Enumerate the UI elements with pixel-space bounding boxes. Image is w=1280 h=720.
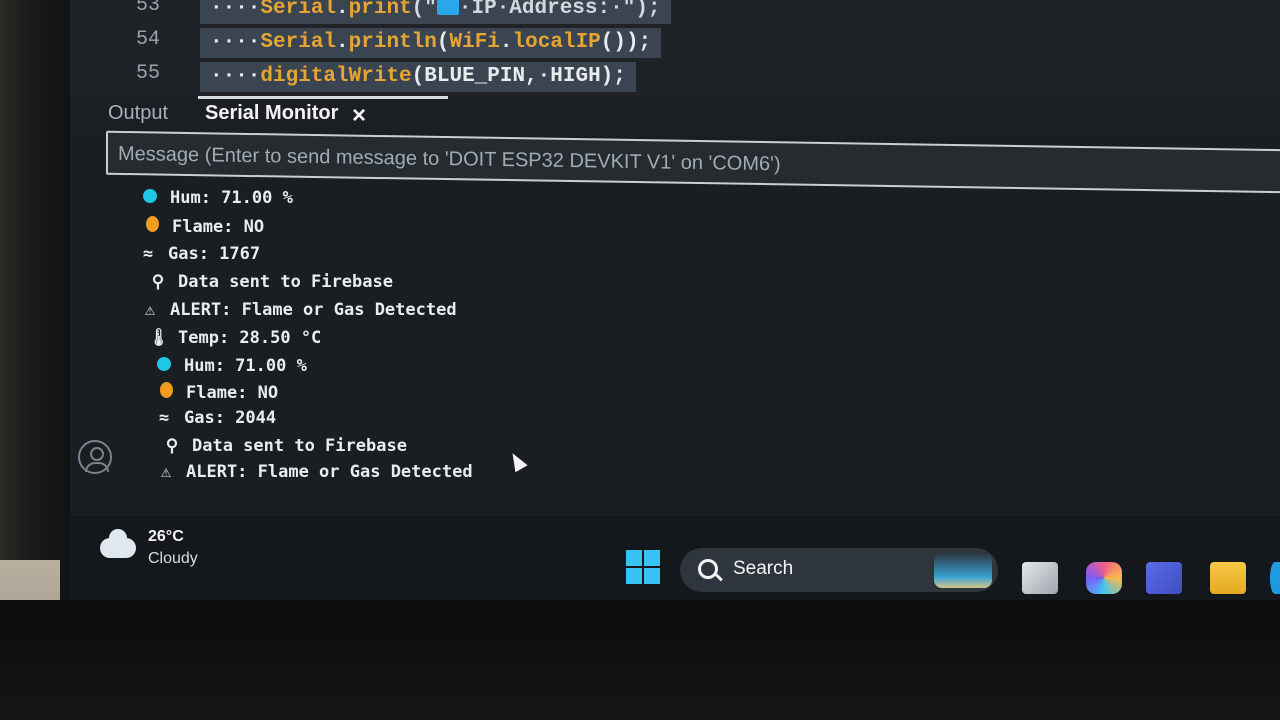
windows-logo-icon <box>626 550 642 566</box>
fog-icon: ≈ <box>142 244 154 264</box>
water-drop-icon <box>140 188 160 208</box>
file-explorer-icon[interactable] <box>1210 562 1246 594</box>
panel-tabs: Output Serial Monitor × <box>70 96 1280 136</box>
active-tab-indicator <box>198 96 448 99</box>
log-line: ⚠ ALERT: Flame or Gas Detected <box>140 300 457 326</box>
cloud-icon <box>100 529 136 558</box>
taskbar-search[interactable]: Search <box>680 548 998 592</box>
code-line-53[interactable]: 53 ····Serial.print(" ·IP·Address:·"); <box>70 0 1280 26</box>
code-text: ····Serial.print(" ·IP·Address:·"); <box>200 0 671 24</box>
weather-temp: 26°C <box>148 528 184 545</box>
log-line: Hum: 71.00 % <box>140 188 293 214</box>
screen: 53 ····Serial.print(" ·IP·Address:·"); 54… <box>70 0 1280 600</box>
log-line: ≈ Gas: 2044 <box>154 408 276 434</box>
serial-output: Hum: 71.00 % Flame: NO ≈ Gas: 1767 ⚲ Data … <box>120 188 1220 508</box>
log-line: Flame: NO <box>156 382 278 408</box>
line-number: 53 <box>135 0 160 17</box>
edge-icon[interactable] <box>1270 562 1280 594</box>
serial-message-input[interactable]: Message (Enter to send message to 'DOIT … <box>106 130 1280 194</box>
warning-icon: ⚠ <box>160 462 172 482</box>
water-drop-icon <box>154 356 174 376</box>
log-line: ⚠ ALERT: Flame or Gas Detected <box>156 462 473 488</box>
teams-icon[interactable] <box>1146 562 1182 594</box>
log-line: ≈ Gas: 1767 <box>138 244 260 270</box>
taskbar: 26°C Cloudy Search <box>70 516 1280 600</box>
code-editor[interactable]: 53 ····Serial.print(" ·IP·Address:·"); 54… <box>70 0 1280 96</box>
warning-icon: ⚠ <box>144 300 156 320</box>
fog-icon: ≈ <box>158 408 170 428</box>
copilot-icon[interactable] <box>1086 562 1122 594</box>
code-line-54[interactable]: 54 ····Serial.println(WiFi.localIP()); <box>70 28 1280 60</box>
thermometer-icon: 🌡︎ <box>148 328 170 348</box>
task-view-icon[interactable] <box>1022 562 1058 594</box>
emoji-glyph-icon <box>436 0 459 15</box>
weather-condition: Cloudy <box>148 550 198 567</box>
fire-icon <box>142 216 162 237</box>
log-line: Hum: 71.00 % <box>154 356 307 382</box>
search-highlight-icon <box>934 552 992 588</box>
line-number: 54 <box>135 28 160 51</box>
tab-output[interactable]: Output <box>108 102 168 125</box>
search-icon <box>698 559 718 579</box>
code-text: ····Serial.println(WiFi.localIP()); <box>200 28 662 58</box>
laptop-bezel-bottom <box>0 600 1280 720</box>
log-line: Flame: NO <box>142 216 264 242</box>
close-icon[interactable]: × <box>352 102 366 130</box>
log-line: 🌡︎ Temp: 28.50 °C <box>148 328 322 348</box>
log-line: ⚲ Data sent to Firebase <box>162 436 407 462</box>
line-number: 55 <box>135 62 160 85</box>
tab-serial-monitor[interactable]: Serial Monitor <box>205 102 338 125</box>
fire-icon <box>156 382 176 403</box>
log-line: ⚲ Data sent to Firebase <box>148 272 393 298</box>
satellite-icon: ⚲ <box>165 436 179 456</box>
satellite-icon: ⚲ <box>151 272 165 292</box>
code-line-55[interactable]: 55 ····digitalWrite(BLUE_PIN,·HIGH); <box>70 62 1280 94</box>
account-icon[interactable] <box>78 440 112 474</box>
search-label: Search <box>733 558 794 579</box>
start-button[interactable] <box>626 550 660 584</box>
code-text: ····digitalWrite(BLUE_PIN,·HIGH); <box>200 62 636 92</box>
